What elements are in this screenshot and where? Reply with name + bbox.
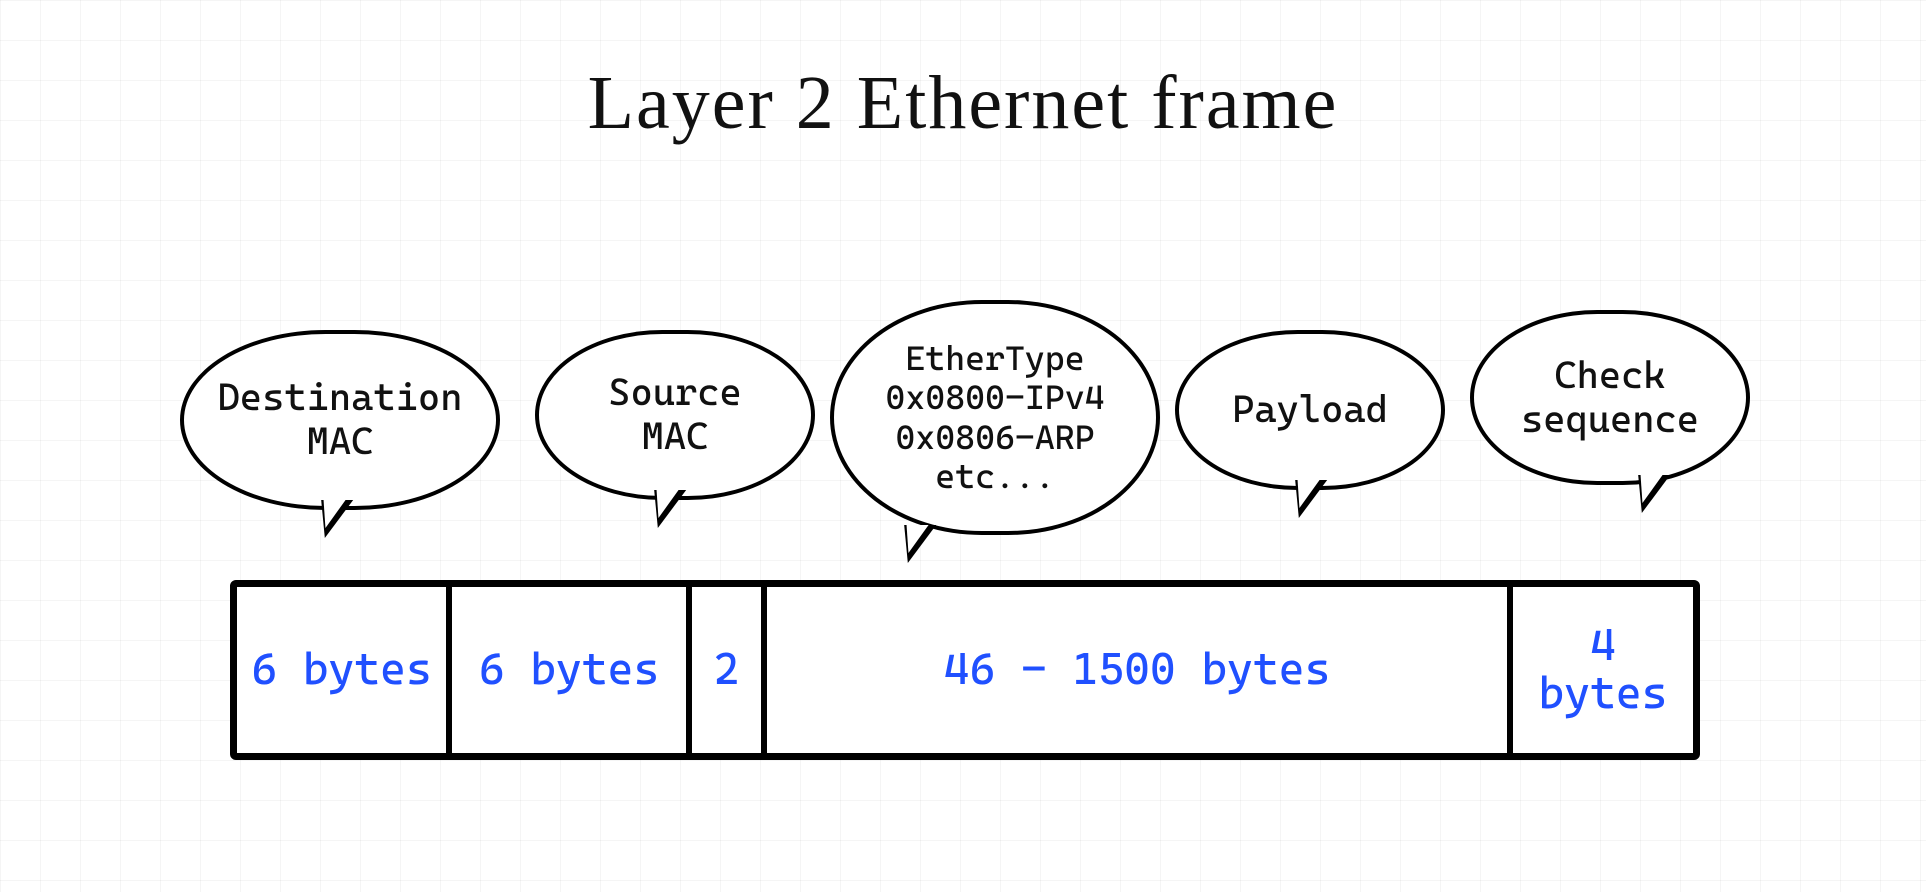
diagram-stage: Layer 2 Ethernet frame Destination MAC S… [0,0,1926,892]
segment-source-mac: 6 bytes [452,587,692,753]
ethernet-frame: 6 bytes 6 bytes 2 46 - 1500 bytes 4 byte… [230,580,1700,760]
bubble-source-mac: Source MAC [535,330,815,500]
segment-payload: 46 - 1500 bytes [767,587,1513,753]
segment-check-sequence: 4 bytes [1513,587,1693,753]
segment-destination-mac: 6 bytes [237,587,452,753]
segment-ethertype: 2 [692,587,767,753]
diagram-title: Layer 2 Ethernet frame [0,60,1926,147]
bubble-payload: Payload [1175,330,1445,490]
bubble-check-sequence: Check sequence [1470,310,1750,485]
bubble-destination-mac: Destination MAC [180,330,500,510]
bubble-ethertype: EtherType 0x0800-IPv4 0x0806-ARP etc... [830,300,1160,535]
